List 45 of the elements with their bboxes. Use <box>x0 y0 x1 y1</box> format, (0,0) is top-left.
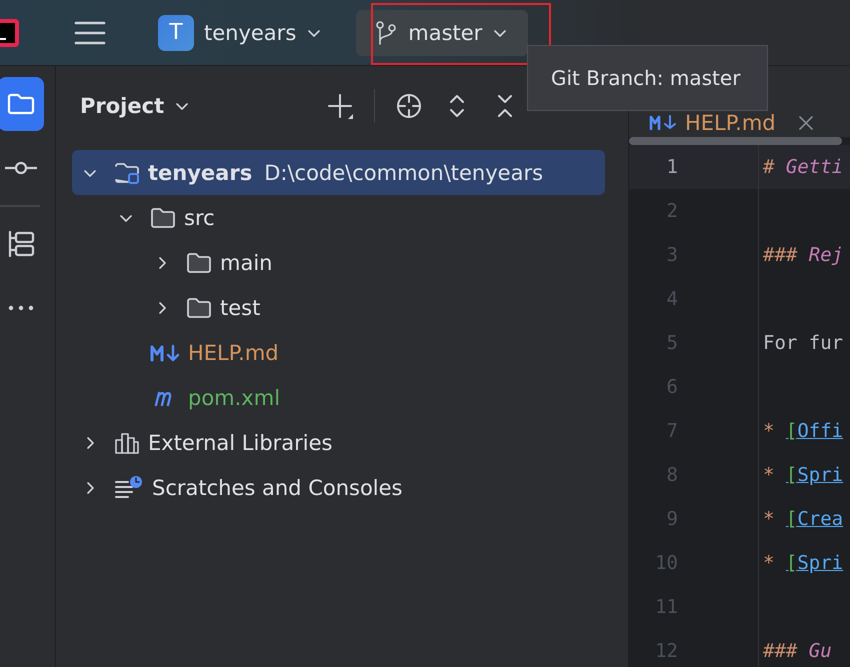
branch-icon <box>374 20 398 46</box>
item-name: pom.xml <box>188 386 280 410</box>
add-button[interactable] <box>326 92 354 120</box>
item-name: HELP.md <box>188 340 279 364</box>
tree-row[interactable]: main <box>72 240 605 285</box>
tool-window-button[interactable] <box>0 77 44 131</box>
item-name: src <box>184 206 215 230</box>
code-line: * [Crea <box>763 508 844 530</box>
item-name: Scratches and Consoles <box>152 476 402 500</box>
tooltip: Git Branch: master <box>527 45 768 111</box>
tree-row[interactable]: tenyears D:\code\common\tenyears <box>72 150 605 195</box>
scratches-icon <box>114 474 144 500</box>
code-line: For fur <box>763 332 844 354</box>
tree-row[interactable]: HELP.md <box>72 330 605 375</box>
project-switcher[interactable]: T tenyears <box>158 14 322 50</box>
menu-button[interactable] <box>74 18 106 46</box>
tree-row[interactable]: External Libraries <box>72 420 605 465</box>
line-number: 1 <box>666 156 678 178</box>
more-icon <box>8 305 34 311</box>
tree-row[interactable]: pom.xml <box>72 375 605 420</box>
tree-row[interactable]: test <box>72 285 605 330</box>
code-line: * [Offi <box>763 420 844 442</box>
editor-tab[interactable]: HELP.md <box>629 110 814 134</box>
add-icon <box>326 92 354 120</box>
panel-title-dropdown[interactable]: Project <box>80 94 190 118</box>
tree-row[interactable]: Scratches and Consoles <box>72 465 605 510</box>
locate-icon <box>395 92 424 120</box>
code-line: # Getti <box>763 156 844 178</box>
item-name: External Libraries <box>148 430 332 454</box>
code-line: ### Rej <box>763 244 844 266</box>
code-line: * [Spri <box>763 464 844 486</box>
menu-icon <box>74 18 106 46</box>
item-path: D:\code\common\tenyears <box>264 160 544 184</box>
item-name: test <box>220 296 260 320</box>
scrollbar[interactable] <box>629 137 842 145</box>
code-line: * [Spri <box>763 552 844 574</box>
close-icon <box>798 114 814 130</box>
item-name: tenyears <box>148 160 252 184</box>
branch-button[interactable]: master <box>356 10 528 56</box>
code-line: ### Gu <box>763 640 832 662</box>
project-avatar: T <box>158 14 194 50</box>
item-name: main <box>220 250 272 274</box>
tree-row[interactable]: src <box>72 195 605 240</box>
markdown-icon <box>649 115 677 130</box>
locate-button[interactable] <box>395 92 424 120</box>
